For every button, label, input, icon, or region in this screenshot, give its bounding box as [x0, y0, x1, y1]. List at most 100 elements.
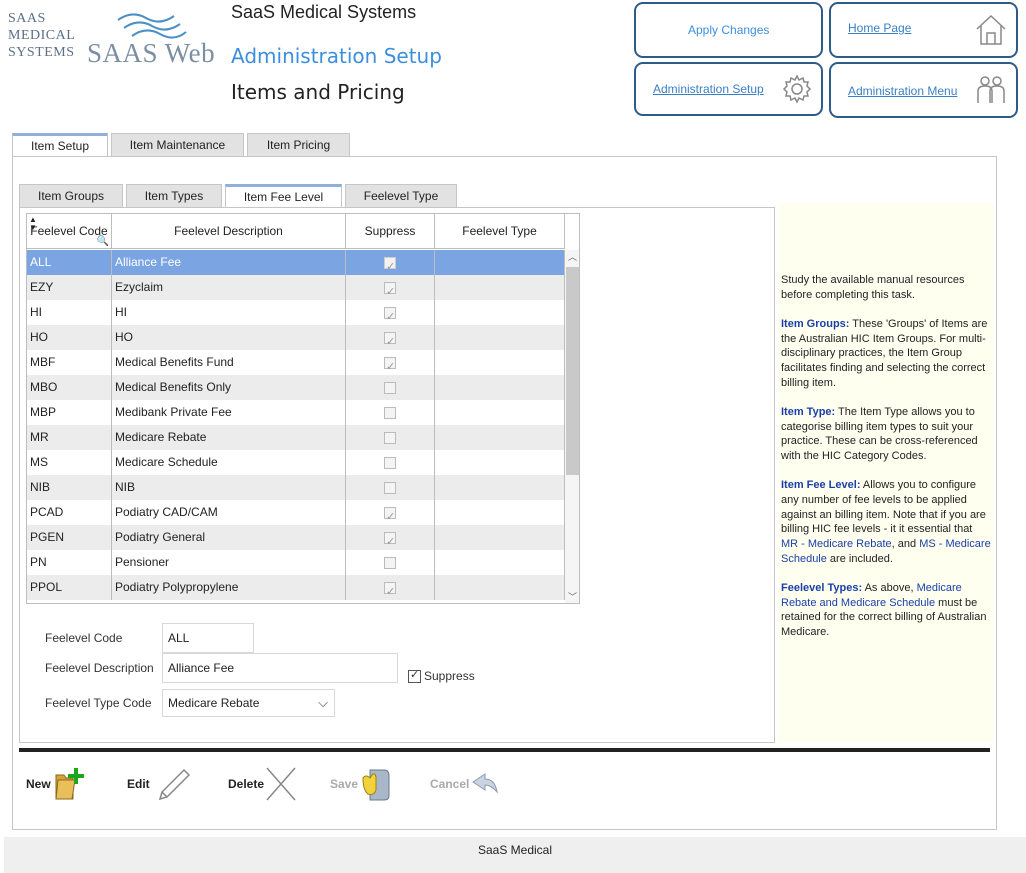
header-suppress[interactable]: Suppress: [346, 214, 435, 249]
suppress-checkbox-cell[interactable]: [384, 556, 396, 569]
save-hand-icon: [362, 769, 390, 801]
grid-body: ALLAlliance FeeEZYEzyclaimHIHIHOHOMBFMed…: [27, 250, 565, 603]
suppress-checkbox-cell[interactable]: [384, 431, 396, 444]
delete-button[interactable]: Delete: [228, 766, 296, 802]
cell-type: [435, 400, 565, 425]
table-row[interactable]: HI HI: [27, 300, 565, 325]
administration-setup-link[interactable]: Administration Setup: [653, 82, 764, 96]
suppress-checkbox-cell[interactable]: [384, 481, 396, 494]
cell-description: NIB: [112, 475, 346, 500]
suppress-checkbox-cell[interactable]: [384, 255, 396, 275]
suppress-checkbox-cell[interactable]: [384, 280, 396, 300]
table-row[interactable]: ALL Alliance Fee: [27, 250, 565, 275]
home-page-link[interactable]: Home Page: [848, 21, 911, 35]
table-row[interactable]: MBO Medical Benefits Only: [27, 375, 565, 400]
suppress-checkbox-cell[interactable]: [384, 355, 396, 375]
edit-label: Edit: [127, 777, 150, 791]
suppress-checkbox-cell[interactable]: [384, 305, 396, 325]
edit-button[interactable]: Edit: [127, 766, 192, 802]
cell-type: [435, 350, 565, 375]
suppress-cell: [346, 525, 435, 550]
outer-tab-bar: Item Setup Item Maintenance Item Pricing: [12, 133, 350, 157]
search-icon[interactable]: 🔍: [97, 237, 109, 247]
logo-text: SAAS MEDICAL SYSTEMS: [8, 10, 75, 61]
fee-level-grid: ▲ ▼ Feelevel Code 🔍 Feelevel Description …: [26, 213, 580, 604]
cell-code: ALL: [27, 250, 112, 275]
table-row[interactable]: EZY Ezyclaim: [27, 275, 565, 300]
suppress-cell: [346, 450, 435, 475]
suppress-checkbox-cell[interactable]: [384, 505, 396, 525]
tab-item-maintenance[interactable]: Item Maintenance: [111, 133, 244, 157]
table-row[interactable]: MR Medicare Rebate: [27, 425, 565, 450]
suppress-checkbox-cell[interactable]: [384, 381, 396, 394]
tab-item-groups[interactable]: Item Groups: [19, 184, 123, 208]
cell-code: MBO: [27, 375, 112, 400]
tab-item-pricing[interactable]: Item Pricing: [247, 133, 350, 157]
cell-type: [435, 475, 565, 500]
cell-description: Podiatry CAD/CAM: [112, 500, 346, 525]
suppress-cell: [346, 425, 435, 450]
table-row[interactable]: NIB NIB: [27, 475, 565, 500]
tab-item-fee-level[interactable]: Item Fee Level: [225, 184, 342, 208]
cell-code: HI: [27, 300, 112, 325]
new-button[interactable]: New: [26, 766, 85, 802]
suppress-checkbox-cell[interactable]: [384, 530, 396, 550]
home-page-button[interactable]: Home Page: [829, 2, 1018, 58]
saas-logo: SAAS MEDICAL SYSTEMS SAAS Web: [4, 2, 226, 68]
table-row[interactable]: MBF Medical Benefits Fund: [27, 350, 565, 375]
gear-icon: [782, 74, 812, 104]
save-button[interactable]: Save: [330, 766, 392, 802]
table-row[interactable]: PPOL Podiatry Polypropylene: [27, 575, 565, 600]
administration-menu-button[interactable]: Administration Menu: [829, 62, 1018, 118]
tab-item-setup[interactable]: Item Setup: [12, 133, 108, 157]
header-feelevel-type[interactable]: Feelevel Type: [435, 214, 565, 249]
suppress-checkbox[interactable]: [408, 668, 421, 683]
suppress-checkbox-cell[interactable]: [384, 580, 396, 600]
table-row[interactable]: MBP Medibank Private Fee: [27, 400, 565, 425]
cell-type: [435, 575, 565, 600]
suppress-cell: [346, 350, 435, 375]
feelevel-code-input[interactable]: [162, 623, 254, 653]
cell-type: [435, 500, 565, 525]
feelevel-type-code-select[interactable]: Medicare Rebate ⌵: [162, 689, 335, 717]
table-row[interactable]: MS Medicare Schedule: [27, 450, 565, 475]
header-feelevel-code[interactable]: ▲ ▼ Feelevel Code 🔍: [27, 214, 112, 249]
org-name: SaaS Medical Systems: [231, 2, 417, 22]
table-row[interactable]: HO HO: [27, 325, 565, 350]
sort-icon[interactable]: ▲ ▼: [29, 216, 37, 232]
cancel-button[interactable]: Cancel: [430, 766, 499, 802]
help-intro: Study the available manual resources bef…: [781, 274, 965, 301]
table-row[interactable]: PGEN Podiatry General: [27, 525, 565, 550]
suppress-checkbox-cell[interactable]: [384, 456, 396, 469]
feelevel-description-input[interactable]: [162, 653, 398, 683]
scroll-thumb[interactable]: [566, 267, 579, 475]
scroll-up-icon[interactable]: ︿: [565, 250, 579, 264]
suppress-cell: [346, 250, 435, 275]
tab-feelevel-type[interactable]: Feelevel Type: [345, 184, 457, 208]
cell-type: [435, 325, 565, 350]
help-item-fee-level: Item Fee Level: Allows you to configure …: [781, 478, 991, 566]
administration-menu-link[interactable]: Administration Menu: [848, 84, 957, 98]
table-row[interactable]: PCAD Podiatry CAD/CAM: [27, 500, 565, 525]
scroll-down-icon[interactable]: ﹀: [565, 590, 579, 603]
tab-item-types[interactable]: Item Types: [126, 184, 222, 208]
suppress-checkbox-cell[interactable]: [384, 406, 396, 419]
apply-changes-label: Apply Changes: [688, 23, 770, 37]
help-feelevel-types-title: Feelevel Types:: [781, 581, 863, 594]
table-row[interactable]: PN Pensioner: [27, 550, 565, 575]
administration-setup-button[interactable]: Administration Setup: [634, 62, 823, 116]
suppress-checkbox-cell[interactable]: [384, 330, 396, 350]
people-icon: [977, 76, 1005, 103]
suppress-cell: [346, 575, 435, 600]
apply-changes-button[interactable]: Apply Changes: [634, 2, 823, 58]
home-icon: [976, 14, 1006, 45]
suppress-label: Suppress: [424, 669, 475, 683]
help-item-type-title: Item Type:: [781, 405, 836, 418]
cell-code: PN: [27, 550, 112, 575]
grid-scrollbar[interactable]: ︿ ﹀: [565, 250, 579, 603]
cell-code: PGEN: [27, 525, 112, 550]
cell-type: [435, 525, 565, 550]
cell-code: NIB: [27, 475, 112, 500]
header-feelevel-description[interactable]: Feelevel Description: [112, 214, 346, 249]
cell-type: [435, 275, 565, 300]
